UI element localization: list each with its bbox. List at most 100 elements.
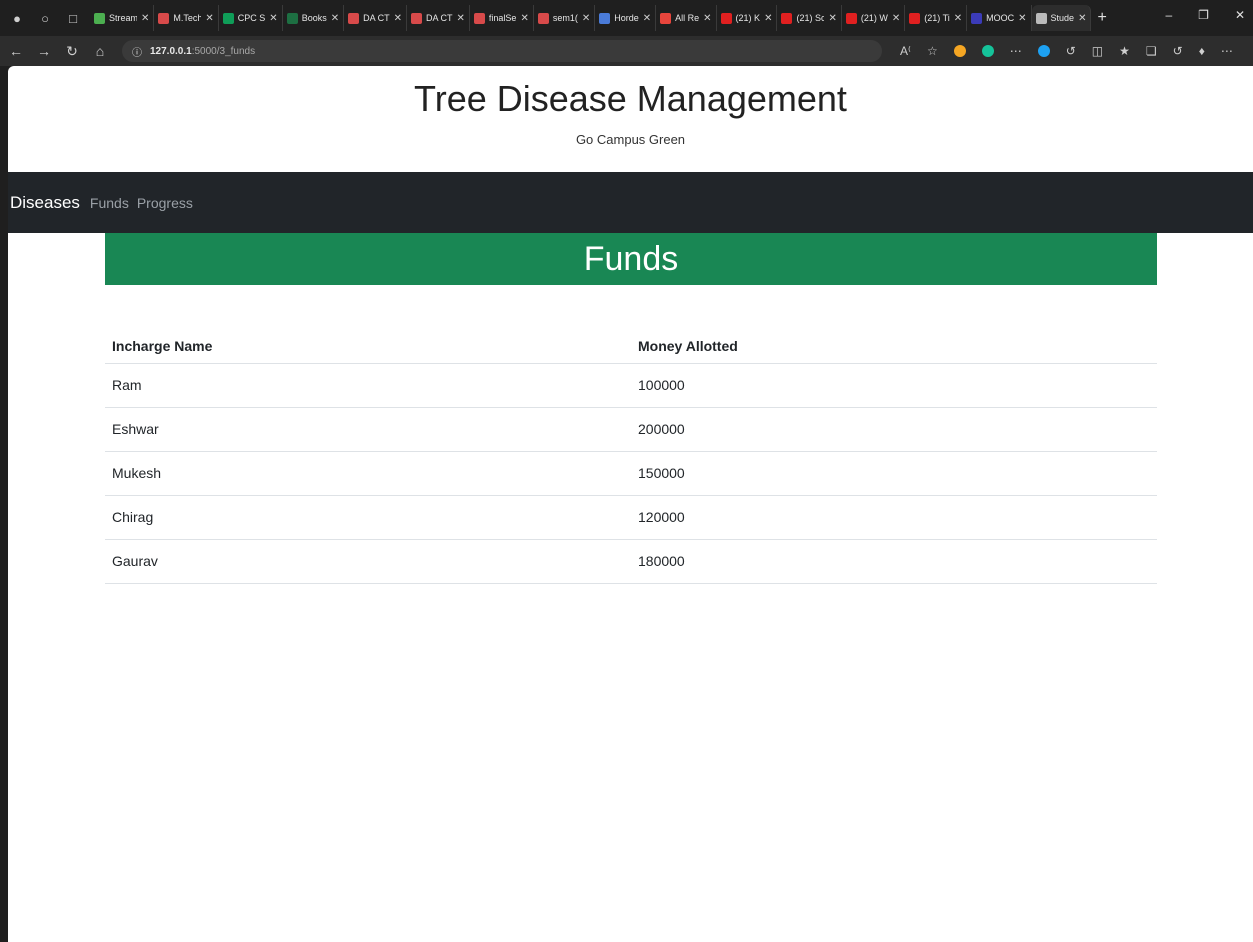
workspaces-icon[interactable]: ○ [34, 7, 56, 29]
browser-tab[interactable]: (21) Sc ✕ [777, 5, 842, 31]
nav-link-funds[interactable]: Funds [90, 195, 129, 211]
window-controls: – ❐ ✕ [1165, 8, 1245, 22]
tab-close-icon[interactable]: ✕ [205, 13, 213, 24]
section-banner: Funds [105, 233, 1157, 285]
new-tab-icon[interactable]: + [1097, 9, 1106, 27]
tab-favicon-icon [909, 12, 921, 24]
tab-label: All Re [675, 13, 700, 23]
browser-tab[interactable]: DA CT ✕ [344, 5, 407, 31]
browser-tab[interactable]: Horde ✕ [595, 5, 657, 31]
tab-close-icon[interactable]: ✕ [1078, 13, 1086, 24]
table-row: Chirag 120000 [105, 495, 1157, 540]
cell-money-allotted: 120000 [631, 495, 1157, 540]
tab-list: Stream ✕ M.Tech ✕ CPC S ✕ Books ✕ DA CT ✕ DA CT ✕ fi… [90, 5, 1092, 31]
tab-close-icon[interactable]: ✕ [520, 13, 528, 24]
nav-brand-diseases[interactable]: Diseases [10, 193, 80, 213]
cell-money-allotted: 100000 [631, 363, 1157, 408]
tab-label: (21) K [735, 13, 761, 23]
tab-close-icon[interactable]: ✕ [394, 13, 402, 24]
split-screen-icon[interactable]: ◫ [1092, 44, 1103, 58]
cell-incharge-name: Ram [105, 363, 631, 408]
browser-tab[interactable]: DA CT ✕ [407, 5, 470, 31]
grammarly-extension-icon[interactable] [981, 45, 994, 57]
tab-close-icon[interactable]: ✕ [828, 13, 836, 24]
tab-close-icon[interactable]: ✕ [457, 13, 465, 24]
column-header-money-allotted: Money Allotted [631, 329, 1157, 364]
tab-label: (21) Sc [796, 13, 825, 23]
forward-icon[interactable]: → [32, 43, 56, 59]
history-icon[interactable]: ↺ [1173, 44, 1183, 58]
tab-label: DA CT [426, 13, 453, 23]
table-row: Gaurav 180000 [105, 539, 1157, 584]
tab-close-icon[interactable]: ✕ [331, 13, 339, 24]
tab-favicon-icon [720, 12, 732, 24]
browser-tab[interactable]: (21) K ✕ [717, 5, 778, 31]
browser-tools: A⁽ ☆ ⋯ ↺ ◫ ★ ❏ ↺ ♦ ⋯ [900, 44, 1233, 58]
tab-label: MOOC [986, 13, 1015, 23]
tab-favicon-icon [94, 12, 105, 24]
more-menu-icon[interactable]: ⋯ [1221, 44, 1233, 58]
cell-money-allotted: 200000 [631, 407, 1157, 452]
extension-icon[interactable] [1037, 45, 1050, 57]
copilot-icon[interactable]: ♦ [1199, 44, 1205, 58]
site-navbar: Diseases Funds Progress [8, 172, 1253, 233]
browser-tab[interactable]: Stude ✕ [1031, 5, 1092, 31]
close-window-icon[interactable]: ✕ [1235, 8, 1245, 22]
restore-icon[interactable]: ❐ [1198, 8, 1209, 22]
cell-money-allotted: 180000 [631, 539, 1157, 584]
refresh-icon[interactable]: ↻ [60, 43, 84, 60]
profile-icon[interactable]: ● [6, 7, 28, 29]
extension-icon[interactable] [953, 45, 966, 57]
cell-money-allotted: 150000 [631, 451, 1157, 496]
collections-icon[interactable]: ❏ [1146, 44, 1157, 58]
read-aloud-icon[interactable]: A⁽ [900, 44, 911, 58]
table-header-row: Incharge Name Money Allotted [105, 329, 1157, 364]
tab-favicon-icon [158, 12, 170, 24]
browser-tab[interactable]: M.Tech ✕ [154, 5, 219, 31]
browser-tab[interactable]: Stream ✕ [90, 5, 155, 31]
cell-incharge-name: Chirag [105, 495, 631, 540]
web-page: Tree Disease Management Go Campus Green … [8, 66, 1253, 942]
tab-close-icon[interactable]: ✕ [764, 13, 772, 24]
tab-close-icon[interactable]: ✕ [269, 13, 277, 24]
tab-favicon-icon [599, 12, 611, 24]
table-row: Mukesh 150000 [105, 451, 1157, 496]
tab-close-icon[interactable]: ✕ [141, 13, 149, 24]
funds-table: Incharge Name Money Allotted Ram 100000 Es… [105, 329, 1157, 584]
tab-actions-icon[interactable]: □ [62, 7, 84, 29]
favorites-icon[interactable]: ★ [1119, 44, 1130, 58]
browser-tab[interactable]: finalSe ✕ [470, 5, 534, 31]
browser-tab[interactable]: All Re ✕ [656, 5, 717, 31]
tab-label: Stream [109, 13, 137, 23]
address-bar[interactable]: ⓘ 127.0.0.1:5000/3_funds [122, 40, 882, 62]
column-header-incharge-name: Incharge Name [105, 329, 631, 364]
tab-close-icon[interactable]: ✕ [582, 13, 590, 24]
favorite-star-icon[interactable]: ☆ [927, 44, 938, 58]
browser-tab[interactable]: (21) W ✕ [842, 5, 906, 31]
nav-link-progress[interactable]: Progress [137, 195, 193, 211]
tab-label: Books [301, 13, 327, 23]
tab-favicon-icon [286, 12, 298, 24]
tab-favicon-icon [971, 12, 983, 24]
tab-label: Stude [1050, 13, 1075, 23]
browser-tab[interactable]: sem1(✕ [534, 5, 596, 31]
home-icon[interactable]: ⌂ [88, 43, 112, 59]
back-icon[interactable]: ← [4, 43, 28, 59]
browser-tab[interactable]: MOOC ✕ [967, 5, 1032, 31]
page-subtitle: Go Campus Green [575, 132, 686, 147]
tab-close-icon[interactable]: ✕ [892, 13, 900, 24]
minimize-icon[interactable]: – [1165, 8, 1172, 22]
site-info-icon[interactable]: ⓘ [132, 44, 142, 59]
extensions-puzzle-icon[interactable]: ↺ [1066, 44, 1076, 58]
tab-favicon-icon [348, 12, 360, 24]
tab-favicon-icon [781, 12, 793, 24]
extension-more-icon[interactable]: ⋯ [1010, 44, 1022, 58]
tab-favicon-icon [411, 12, 422, 24]
tab-close-icon[interactable]: ✕ [954, 13, 962, 24]
tab-close-icon[interactable]: ✕ [643, 13, 651, 24]
browser-tab[interactable]: Books ✕ [283, 5, 345, 31]
tab-close-icon[interactable]: ✕ [1018, 13, 1026, 24]
browser-tab[interactable]: CPC S ✕ [219, 5, 283, 31]
tab-close-icon[interactable]: ✕ [703, 13, 711, 24]
browser-tab[interactable]: (21) Ti ✕ [905, 5, 968, 31]
